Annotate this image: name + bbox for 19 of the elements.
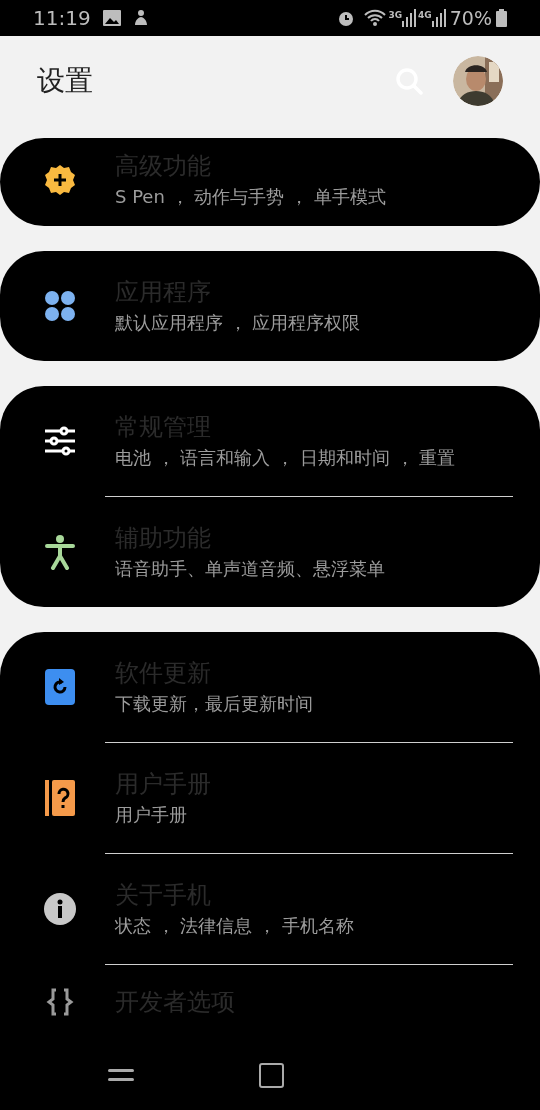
item-subtitle: S Pen ， 动作与手势 ， 单手模式	[115, 185, 386, 209]
item-subtitle: 用户手册	[115, 803, 188, 827]
battery-percent: 70%	[449, 5, 492, 31]
item-subtitle: 默认应用程序 ， 应用程序权限	[115, 311, 361, 335]
wifi-icon	[364, 9, 387, 27]
battery-icon	[496, 9, 507, 27]
signal-icon	[402, 9, 417, 27]
network-type: 3G	[388, 9, 403, 22]
signal-icon	[431, 9, 446, 27]
page-title: 设置	[37, 63, 93, 99]
item-subtitle: 语音助手、单声道音频、悬浮菜单	[115, 557, 385, 581]
item-subtitle: 电池 ， 语言和输入 ， 日期和时间 ， 重置	[115, 446, 456, 470]
status-time: 11:19	[33, 5, 91, 32]
image-icon	[102, 10, 121, 26]
home-button[interactable]	[259, 1062, 284, 1088]
item-subtitle: 状态 ， 法律信息 ， 手机名称	[115, 914, 354, 938]
network-type: 4G	[418, 9, 432, 22]
notification-icon	[132, 9, 149, 27]
item-subtitle: 下载更新，最后更新时间	[115, 692, 313, 716]
